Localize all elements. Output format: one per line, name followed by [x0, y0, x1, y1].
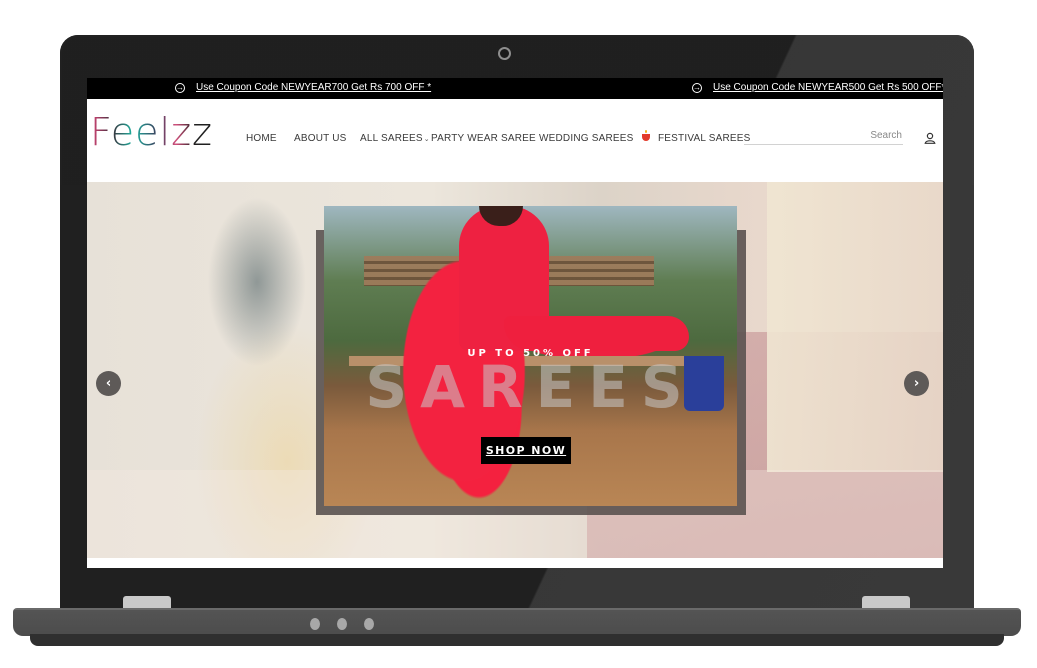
site-header: Feelzz HOME ABOUT US ALL SAREES⌄ PARTY W… [87, 99, 943, 182]
nav-wedding-sarees[interactable]: WEDDING SAREES [539, 133, 633, 144]
indicator-light [310, 618, 320, 630]
indicator-light [337, 618, 347, 630]
announcement-bar: → Use Coupon Code NEWYEAR700 Get Rs 700 … [87, 78, 943, 99]
nav-festival-sarees-label: FESTIVAL SAREES [658, 133, 751, 144]
coupon-announcement[interactable]: → Use Coupon Code NEWYEAR700 Get Rs 700 … [175, 82, 431, 93]
indicator-light [364, 618, 374, 630]
site-logo[interactable]: Feelzz [90, 113, 213, 151]
nav-party-wear-saree[interactable]: PARTY WEAR SAREE [431, 133, 536, 144]
coupon-link[interactable]: Use Coupon Code NEWYEAR500 Get Rs 500 OF… [713, 82, 943, 93]
coupon-link[interactable]: Use Coupon Code NEWYEAR700 Get Rs 700 OF… [196, 82, 431, 93]
arrow-right-circle-icon: → [692, 82, 702, 93]
slider-prev-button[interactable]: ‹ [96, 371, 121, 396]
user-icon[interactable] [924, 132, 936, 144]
nav-all-sarees-label: ALL SAREES [360, 133, 423, 144]
search-input[interactable]: Search [744, 127, 903, 145]
chevron-down-icon: ⌄ [423, 136, 430, 143]
laptop-base-foot [30, 634, 1004, 646]
coupon-announcement[interactable]: → Use Coupon Code NEWYEAR500 Get Rs 500 … [692, 82, 943, 93]
arrow-right-circle-icon: → [175, 82, 185, 93]
nav-festival-sarees[interactable]: FESTIVAL SAREES [642, 130, 751, 144]
hero-headline: SAREES [365, 353, 696, 421]
website-screen: → Use Coupon Code NEWYEAR700 Get Rs 700 … [87, 78, 943, 568]
hero-slider: UP TO 50% OFF SAREES SHOP NOW ‹ › [87, 182, 943, 558]
nav-about-us[interactable]: ABOUT US [294, 133, 347, 144]
chevron-right-icon: › [913, 376, 920, 391]
slider-next-button[interactable]: › [904, 371, 929, 396]
chevron-left-icon: ‹ [105, 376, 112, 391]
hero-background-wall [767, 182, 943, 472]
nav-all-sarees[interactable]: ALL SAREES⌄ [360, 133, 430, 144]
nav-home[interactable]: HOME [246, 133, 277, 144]
webcam-icon [498, 47, 511, 60]
laptop-base [13, 608, 1021, 636]
hero-caption: UP TO 50% OFF SAREES SHOP NOW [324, 348, 737, 464]
shop-now-button[interactable]: SHOP NOW [481, 437, 571, 464]
diya-lamp-icon [642, 130, 650, 141]
saree-drape [504, 316, 689, 351]
